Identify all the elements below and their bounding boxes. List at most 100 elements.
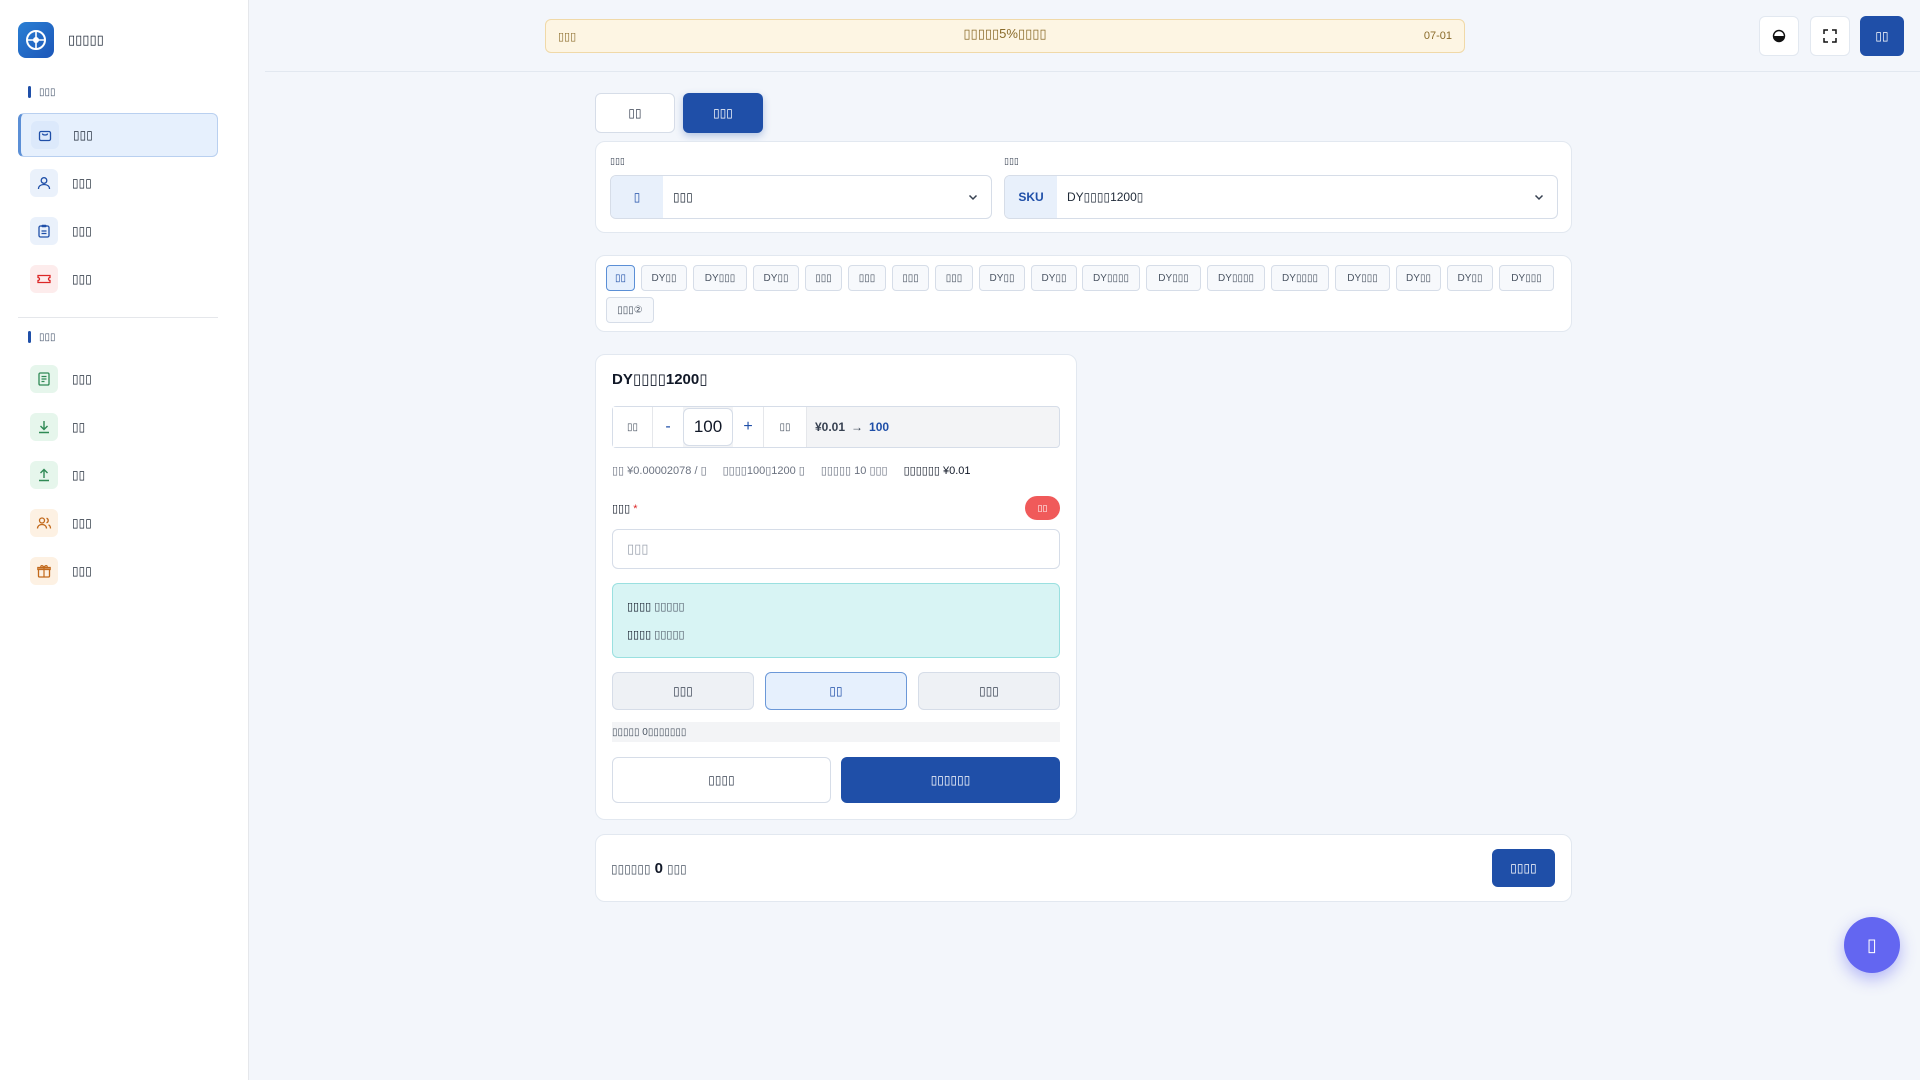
product-title: DY▯▯▯▯1200▯ <box>612 371 708 388</box>
tab-1[interactable]: ▯▯▯ <box>683 93 763 133</box>
sidebar-item-2[interactable]: ▯▯▯ <box>18 209 218 253</box>
sidebar: ▯▯▯▯▯ ▯▯▯ ▯▯▯ ▯▯▯ ▯▯▯ ▯▯▯ ▯▯▯ ▯▯▯ ▯▯ ▯▯ … <box>0 0 249 1080</box>
tab-0[interactable]: ▯▯ <box>595 93 675 133</box>
chip-2[interactable]: DY▯▯▯ <box>693 265 747 291</box>
total-price: ▯▯▯▯▯▯ ¥0.01 <box>903 465 971 477</box>
quantity-increment-button[interactable]: + <box>733 407 763 447</box>
sidebar-item-label: ▯▯▯ <box>73 128 93 142</box>
chip-14[interactable]: DY▯▯▯ <box>1335 265 1390 291</box>
product-select[interactable]: SKU DY▯▯▯▯1200▯ <box>1004 175 1558 219</box>
secondary-action-button[interactable]: ▯▯▯▯ <box>612 757 831 803</box>
chip-8[interactable]: DY▯▯ <box>979 265 1025 291</box>
cart-card <box>595 834 1572 902</box>
quantity-row: ▯▯ - 100 + ▯▯ ¥0.01 → 100 <box>612 406 1060 448</box>
chip-17[interactable]: DY▯▯▯ <box>1499 265 1554 291</box>
users-icon <box>30 509 58 537</box>
chip-13[interactable]: DY▯▯▯▯ <box>1271 265 1329 291</box>
option-button-2[interactable]: ▯▯▯ <box>918 672 1060 710</box>
sidebar-item-label: ▯▯ <box>72 468 86 482</box>
sidebar-item-label: ▯▯▯ <box>72 372 92 386</box>
submit-order-button[interactable]: ▯▯▯▯▯▯ <box>841 757 1060 803</box>
sidebar-item-4[interactable]: ▯▯▯ <box>18 357 218 401</box>
quantity-label: ▯▯ <box>613 407 653 447</box>
fullscreen-button[interactable] <box>1810 16 1850 56</box>
category-chips-card: ▯▯ DY▯▯ DY▯▯▯ DY▯▯ ▯▯▯ ▯▯▯ ▯▯▯ ▯▯▯ DY▯▯ … <box>595 255 1572 332</box>
category-select[interactable]: ▯ ▯▯▯ <box>610 175 992 219</box>
cart-prefix: ▯▯▯▯▯▯ <box>611 861 651 876</box>
cart-count: 0 <box>654 860 663 877</box>
announcement-text: ▯▯▯▯▯5%▯▯▯▯ <box>963 26 1047 41</box>
info-notice: ▯▯▯▯ ▯▯▯▯▯ ▯▯▯▯ ▯▯▯▯▯ <box>612 583 1060 658</box>
sidebar-item-8[interactable]: ▯▯▯ <box>18 549 218 593</box>
price-from: ¥0.01 <box>815 420 846 434</box>
chip-12[interactable]: DY▯▯▯▯ <box>1207 265 1265 291</box>
chip-16[interactable]: DY▯▯ <box>1447 265 1493 291</box>
product-value: DY▯▯▯▯1200▯ <box>1067 190 1144 204</box>
announcement-tag: ▯▯▯ <box>558 30 577 43</box>
info-line-1-text: ▯▯▯▯▯ <box>654 601 685 613</box>
chip-1[interactable]: DY▯▯ <box>641 265 687 291</box>
theme-toggle-button[interactable] <box>1759 16 1799 56</box>
chip-9[interactable]: DY▯▯ <box>1031 265 1077 291</box>
shopping-bag-icon <box>31 121 59 149</box>
price-summary: ¥0.01 → 100 <box>807 420 889 434</box>
link-field-label-text: ▯▯▯ <box>612 503 631 515</box>
chip-6[interactable]: ▯▯▯ <box>892 265 929 291</box>
sidebar-section-title: ▯▯▯ <box>28 86 56 98</box>
cart-summary: ▯▯▯▯▯▯ 0 ▯▯▯ <box>611 860 687 877</box>
sidebar-item-6[interactable]: ▯▯ <box>18 453 218 497</box>
chip-10[interactable]: DY▯▯▯▯ <box>1082 265 1140 291</box>
contrast-icon <box>1772 29 1786 43</box>
chip-18[interactable]: ▯▯▯② <box>606 297 654 323</box>
required-mark: * <box>633 503 638 515</box>
chip-11[interactable]: DY▯▯▯ <box>1146 265 1201 291</box>
link-field-label: ▯▯▯ * <box>612 502 638 515</box>
sidebar-item-3[interactable]: ▯▯▯ <box>18 257 218 301</box>
info-line-2-title: ▯▯▯▯ <box>627 629 652 641</box>
brand[interactable]: ▯▯▯▯▯ <box>18 22 104 58</box>
sidebar-item-7[interactable]: ▯▯▯ <box>18 501 218 545</box>
chip-7[interactable]: ▯▯▯ <box>935 265 973 291</box>
price-to: 100 <box>869 420 890 434</box>
info-line-1: ▯▯▯▯ ▯▯▯▯▯ <box>627 600 685 613</box>
cart-button[interactable]: ▯▯▯▯ <box>1492 849 1555 887</box>
order-meta: ▯▯ ¥0.00002078 / ▯ ▯▯▯▯100▯1200 ▯ ▯▯▯▯▯ … <box>612 464 971 477</box>
sidebar-section-title: ▯▯▯ <box>28 331 56 343</box>
sidebar-item-1[interactable]: ▯▯▯ <box>18 161 218 205</box>
category-prefix: ▯ <box>611 176 663 218</box>
chip-0[interactable]: ▯▯ <box>606 265 635 291</box>
arrow-right-icon: → <box>851 420 864 434</box>
clipboard-icon <box>30 217 58 245</box>
header-divider <box>265 71 1920 72</box>
login-button[interactable]: ▯▯ <box>1860 16 1904 56</box>
sidebar-item-5[interactable]: ▯▯ <box>18 405 218 449</box>
sidebar-item-label: ▯▯▯ <box>72 516 92 530</box>
delivery-speed: ▯▯▯▯▯ 10 ▯▯▯ <box>820 465 888 477</box>
sidebar-item-label: ▯▯▯ <box>72 176 92 190</box>
sidebar-item-0[interactable]: ▯▯▯ <box>18 113 218 157</box>
brand-name: ▯▯▯▯▯ <box>68 32 104 47</box>
announcement-bar[interactable]: ▯▯▯ ▯▯▯▯▯5%▯▯▯▯ 07-01 <box>545 19 1465 53</box>
category-value: ▯▯▯ <box>673 190 693 204</box>
chip-15[interactable]: DY▯▯ <box>1396 265 1441 291</box>
sidebar-divider <box>18 317 218 318</box>
user-icon <box>30 169 58 197</box>
chip-4[interactable]: ▯▯▯ <box>805 265 842 291</box>
upload-icon <box>30 461 58 489</box>
sidebar-item-label: ▯▯ <box>72 420 86 434</box>
chip-3[interactable]: DY▯▯ <box>753 265 799 291</box>
link-input[interactable]: ▯▯▯ <box>612 529 1060 569</box>
chevron-down-icon <box>1521 191 1557 203</box>
option-button-1[interactable]: ▯▯ <box>765 672 907 710</box>
announcement-date: 07-01 <box>1423 30 1452 42</box>
help-pill-button[interactable]: ▯▯ <box>1025 496 1060 520</box>
chip-5[interactable]: ▯▯▯ <box>848 265 886 291</box>
chat-icon[interactable]: ▯ <box>1844 917 1900 973</box>
quantity-input[interactable]: 100 <box>683 408 733 446</box>
selector-card: ▯▯▯ ▯ ▯▯▯ ▯▯▯ SKU DY▯▯▯▯1200▯ <box>595 141 1572 233</box>
unit-price: ▯▯ ¥0.00002078 / ▯ <box>612 465 707 477</box>
option-button-0[interactable]: ▯▯▯ <box>612 672 754 710</box>
sidebar-item-label: ▯▯▯ <box>72 224 92 238</box>
chevron-down-icon <box>955 191 991 203</box>
quantity-decrement-button[interactable]: - <box>653 407 683 447</box>
